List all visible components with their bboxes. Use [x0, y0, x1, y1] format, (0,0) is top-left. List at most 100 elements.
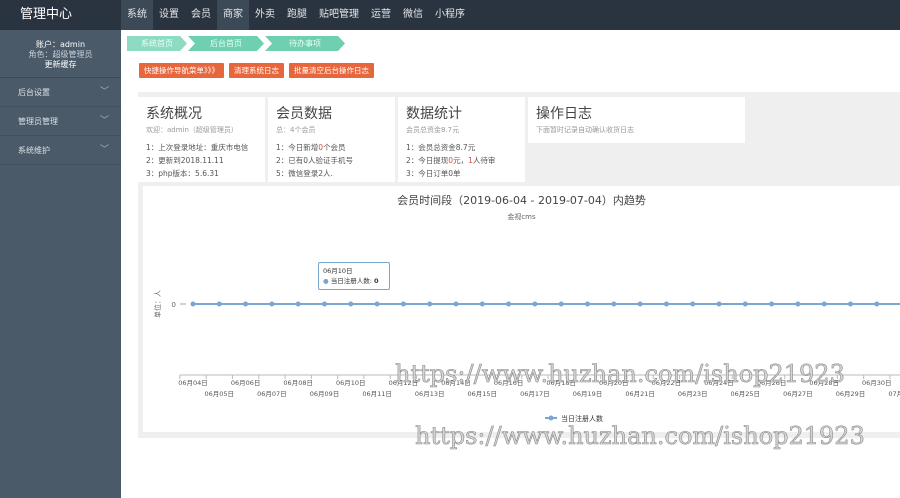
- data-point: [295, 301, 301, 307]
- tooltip-date: 06月10日: [323, 267, 353, 275]
- x-tick-label: 06月11日: [362, 390, 392, 398]
- breadcrumb: 系统首页 后台首页 待办事项: [127, 36, 346, 51]
- card-title: 会员数据: [276, 106, 332, 122]
- refresh-cache-link[interactable]: 更新缓存: [0, 60, 121, 70]
- nav-item-8[interactable]: 微信: [397, 0, 429, 30]
- sidebar-item-admin-management[interactable]: 管理员管理 ﹀: [0, 107, 121, 136]
- x-tick-label: 06月23日: [678, 390, 708, 398]
- operation-log-card: 操作日志 下面暂时记录自动确认收货日志: [528, 97, 745, 143]
- card-line: 2：已有0人验证手机号: [276, 156, 354, 165]
- data-statistics-card: 数据统计 会员总资金8.7元 1：会员总资金8.7元 2：今日提现0元，1人待审…: [398, 97, 525, 182]
- card-subtitle: 下面暂时记录自动确认收货日志: [536, 126, 634, 134]
- x-tick-label: 06月29日: [836, 390, 866, 398]
- data-point: [558, 301, 564, 307]
- breadcrumb-system-home[interactable]: 系统首页: [127, 36, 187, 51]
- nav-item-7[interactable]: 运营: [365, 0, 397, 30]
- nav-item-3[interactable]: 商家: [217, 0, 249, 30]
- card-subtitle: 会员总资金8.7元: [406, 126, 460, 134]
- card-subtitle: 总：4个会员: [276, 126, 316, 134]
- data-point: [742, 301, 748, 307]
- sidebar-item-label: 管理员管理: [18, 117, 58, 126]
- nav-item-6[interactable]: 贴吧管理: [313, 0, 365, 30]
- y-tick-label: 0: [172, 301, 176, 309]
- data-point: [453, 301, 459, 307]
- watermark: https://www.huzhan.com/ishop21923: [395, 360, 845, 389]
- sidebar: 账户：admin 角色：超级管理员 更新缓存 后台设置 ﹀ 管理员管理 ﹀ 系统维护…: [0, 30, 121, 498]
- x-tick-label: 06月13日: [415, 390, 445, 398]
- chart-tooltip: 06月10日 ● 当日注册人数: 0: [318, 262, 390, 290]
- data-point: [821, 301, 827, 307]
- nav-item-0[interactable]: 系统: [121, 0, 153, 30]
- sidebar-item-label: 系统维护: [18, 146, 50, 155]
- data-point: [848, 301, 853, 307]
- sidebar-item-system-maintenance[interactable]: 系统维护 ﹀: [0, 136, 121, 165]
- data-point: [769, 301, 775, 307]
- watermark: https://www.huzhan.com/ishop21923: [415, 422, 865, 451]
- data-point: [506, 301, 512, 307]
- card-line: 3：今日订单0单: [406, 169, 461, 178]
- card-line: 2：更新到2018.11.11: [146, 156, 224, 165]
- clear-system-log-button[interactable]: 清理系统日志: [229, 63, 284, 78]
- nav-item-2[interactable]: 会员: [185, 0, 217, 30]
- card-line: 3：php版本：5.6.31: [146, 169, 219, 178]
- card-title: 操作日志: [536, 106, 592, 122]
- user-info: 账户：admin 角色：超级管理员 更新缓存: [0, 30, 121, 78]
- app-title: 管理中心: [20, 7, 73, 22]
- nav-item-1[interactable]: 设置: [153, 0, 185, 30]
- account-label: 账户：admin: [35, 40, 86, 49]
- member-data-card: 会员数据 总：4个会员 1：今日新增0个会员 2：已有0人验证手机号 5：微信登…: [268, 97, 395, 182]
- x-tick-label: 06月27日: [783, 390, 813, 398]
- card-line: 1：上次登录地址：重庆市电信: [146, 143, 249, 152]
- data-point: [322, 301, 327, 307]
- x-tick-label: 06月25日: [731, 390, 761, 398]
- data-point: [716, 301, 722, 307]
- tooltip-value-row: ● 当日注册人数: 0: [323, 277, 379, 285]
- x-tick-label: 06月08日: [283, 379, 313, 387]
- x-tick-label: 06月06日: [231, 379, 261, 387]
- x-tick-label: 06月15日: [468, 390, 498, 398]
- data-point: [348, 301, 354, 307]
- data-point: [874, 301, 880, 307]
- system-overview-card: 系统概况 欢迎：admin（超级管理员） 1：上次登录地址：重庆市电信 2：更新…: [138, 97, 265, 182]
- breadcrumb-todo[interactable]: 待办事项: [265, 36, 345, 51]
- x-tick-label: 06月30日: [862, 379, 892, 387]
- nav-item-9[interactable]: 小程序: [429, 0, 471, 30]
- y-axis-label: 单位：人: [153, 290, 162, 318]
- sidebar-item-label: 后台设置: [18, 88, 50, 97]
- nav-item-5[interactable]: 跑腿: [281, 0, 313, 30]
- sidebar-item-backend-settings[interactable]: 后台设置 ﹀: [0, 78, 121, 107]
- x-tick-label: 06月04日: [178, 379, 208, 387]
- card-line: 1：今日新增0个会员: [276, 143, 346, 152]
- x-tick-label: 06月07日: [257, 390, 287, 398]
- data-point: [374, 301, 380, 307]
- clear-operation-log-button[interactable]: 批量清空后台操作日志: [289, 63, 374, 78]
- x-tick-label: 06月17日: [520, 390, 550, 398]
- x-tick-label: 06月19日: [573, 390, 603, 398]
- data-point: [532, 301, 538, 307]
- x-tick-label: 06月10日: [336, 379, 366, 387]
- nav-item-4[interactable]: 外卖: [249, 0, 281, 30]
- data-point: [400, 301, 406, 307]
- card-line: 1：会员总资金8.7元: [406, 143, 476, 152]
- data-point: [795, 301, 801, 307]
- legend-marker: [548, 415, 554, 421]
- data-point: [269, 301, 275, 307]
- chevron-down-icon: ﹀: [99, 145, 109, 155]
- card-subtitle: 欢迎：admin（超级管理员）: [146, 126, 238, 134]
- x-tick-label: 06月21日: [625, 390, 655, 398]
- member-trend-chart: 会员时间段（2019-06-04 - 2019-07-04）内趋势 金视cms …: [143, 186, 900, 432]
- card-line: 5：微信登录2人.: [276, 169, 333, 178]
- data-point: [663, 301, 669, 307]
- quick-nav-button[interactable]: 快捷操作导航菜单》》》: [139, 63, 224, 78]
- data-point: [243, 301, 249, 307]
- x-tick-label: 06月09日: [310, 390, 340, 398]
- breadcrumb-backend-home[interactable]: 后台首页: [188, 36, 264, 51]
- action-bar: 快捷操作导航菜单》》》 清理系统日志 批量清空后台操作日志: [139, 63, 374, 78]
- chevron-down-icon: ﹀: [99, 116, 109, 126]
- data-point: [585, 301, 590, 307]
- chart-canvas: 单位：人 0 06月04日 06月05日 06月06日 06月07日 06月08日 06月09…: [153, 290, 900, 423]
- data-point: [479, 301, 485, 307]
- role-label: 角色：超级管理员: [28, 50, 93, 59]
- card-line: 2：今日提现0元，1人待审: [406, 156, 496, 165]
- data-point: [427, 301, 433, 307]
